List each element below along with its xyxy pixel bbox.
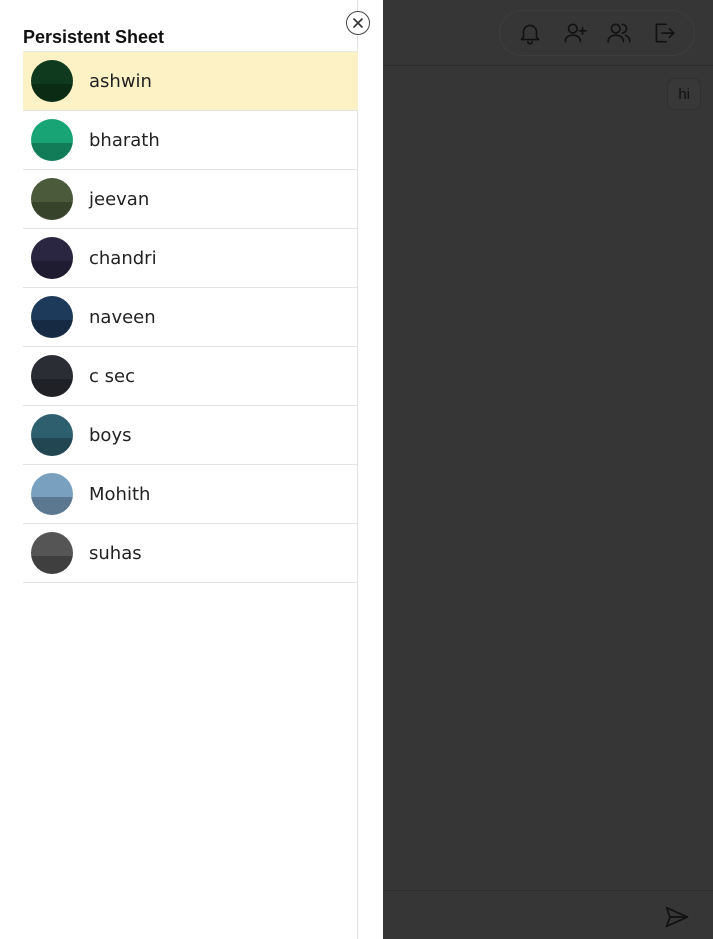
notifications-button[interactable] — [513, 16, 547, 50]
contact-list: ashwin bharath jeevan chandri naveen c sec boy… — [23, 51, 358, 583]
contact-item[interactable]: jeevan — [23, 170, 358, 229]
users-icon — [607, 23, 631, 43]
contact-name: bharath — [89, 129, 160, 151]
avatar — [31, 60, 73, 102]
contact-item[interactable]: ashwin — [23, 52, 358, 111]
contact-name: naveen — [89, 306, 156, 328]
avatar — [31, 414, 73, 456]
contact-item[interactable]: Mohith — [23, 465, 358, 524]
avatar — [31, 178, 73, 220]
close-icon — [353, 18, 363, 28]
add-user-icon — [564, 23, 587, 43]
close-sheet-button[interactable] — [346, 11, 370, 35]
logout-icon — [655, 23, 675, 43]
contact-name: jeevan — [89, 188, 150, 210]
message-composer — [383, 890, 713, 939]
avatar — [31, 119, 73, 161]
contact-item[interactable]: c sec — [23, 347, 358, 406]
chat-header — [383, 0, 713, 66]
avatar — [31, 296, 73, 338]
contact-name: c sec — [89, 365, 135, 387]
contact-item[interactable]: suhas — [23, 524, 358, 583]
contact-name: Mohith — [89, 483, 151, 505]
message-bubble: hi — [667, 78, 701, 110]
contact-item[interactable]: chandri — [23, 229, 358, 288]
contact-item[interactable]: boys — [23, 406, 358, 465]
contact-item[interactable]: bharath — [23, 111, 358, 170]
contact-item[interactable]: naveen — [23, 288, 358, 347]
send-icon — [665, 906, 689, 928]
contact-name: ashwin — [89, 70, 152, 92]
persistent-sheet: Persistent Sheet ashwin bharath jeevan chan… — [0, 0, 358, 939]
bell-icon — [520, 24, 540, 45]
send-button[interactable] — [663, 903, 691, 931]
sheet-title: Persistent Sheet — [23, 27, 165, 47]
logout-button[interactable] — [647, 16, 681, 50]
contact-name: boys — [89, 424, 132, 446]
contact-name: suhas — [89, 542, 142, 564]
chat-area: hi — [383, 0, 713, 939]
contact-name: chandri — [89, 247, 157, 269]
avatar — [31, 355, 73, 397]
avatar — [31, 473, 73, 515]
avatar — [31, 532, 73, 574]
group-users-button[interactable] — [602, 16, 636, 50]
header-actions — [499, 10, 695, 56]
add-user-button[interactable] — [558, 16, 592, 50]
avatar — [31, 237, 73, 279]
